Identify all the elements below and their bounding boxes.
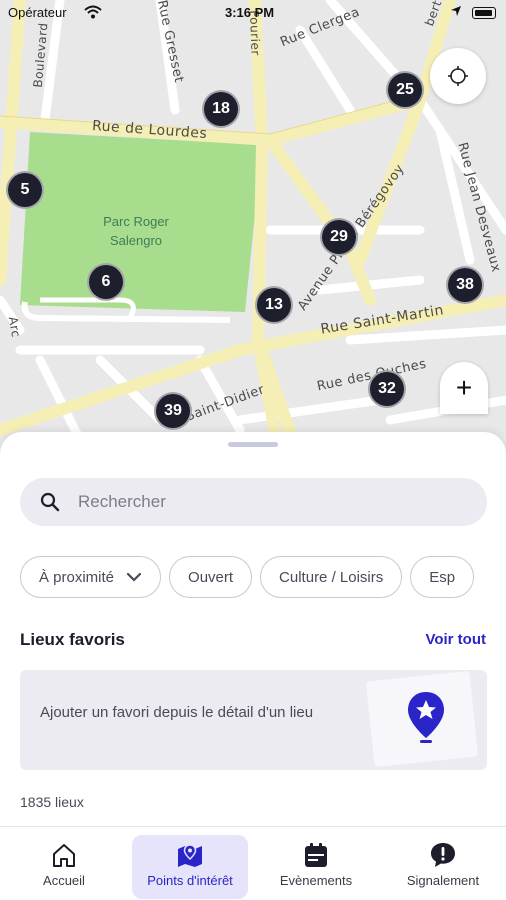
map-cluster-marker[interactable]: 32 bbox=[368, 370, 406, 408]
status-bar: Opérateur 3:16 PM bbox=[0, 0, 506, 26]
tab-label: Points d'intérêt bbox=[147, 873, 233, 888]
tab-points-of-interest[interactable]: Points d'intérêt bbox=[132, 835, 248, 899]
map-view[interactable]: Rue de Lourdes Rue Saint-Martin Rue des … bbox=[0, 0, 506, 460]
tab-home[interactable]: Accueil bbox=[20, 835, 108, 899]
places-count: 1835 lieux bbox=[20, 794, 84, 810]
favorites-empty-card: Ajouter un favori depuis le détail d'un … bbox=[20, 670, 487, 770]
search-icon bbox=[40, 492, 60, 512]
chevron-down-icon bbox=[126, 572, 142, 582]
map-cluster-marker[interactable]: 38 bbox=[446, 266, 484, 304]
filter-chip-nearby[interactable]: À proximité bbox=[20, 556, 162, 598]
home-icon bbox=[53, 844, 75, 867]
tab-label: Signalement bbox=[406, 873, 480, 888]
search-bar[interactable] bbox=[20, 478, 487, 526]
crosshair-icon bbox=[448, 66, 468, 86]
filter-chips: À proximité Ouvert Culture / Loisirs Esp bbox=[20, 556, 506, 598]
tab-report[interactable]: Signalement bbox=[392, 835, 494, 899]
map-cluster-marker[interactable]: 5 bbox=[6, 171, 44, 209]
map-cluster-marker[interactable]: 18 bbox=[202, 90, 240, 128]
calendar-icon bbox=[305, 843, 327, 867]
tab-label: Accueil bbox=[43, 873, 85, 888]
filter-chip-open[interactable]: Ouvert bbox=[169, 556, 253, 598]
battery-icon bbox=[472, 7, 496, 19]
map-cluster-marker[interactable]: 25 bbox=[386, 71, 424, 109]
favorites-title: Lieux favoris bbox=[20, 630, 125, 649]
location-arrow-icon bbox=[451, 6, 461, 16]
carrier-label: Opérateur bbox=[8, 5, 67, 20]
map-icon bbox=[178, 844, 202, 867]
alert-icon bbox=[431, 843, 455, 867]
map-cluster-marker[interactable]: 29 bbox=[320, 218, 358, 256]
status-time: 3:16 PM bbox=[225, 5, 275, 20]
wifi-icon bbox=[84, 5, 102, 19]
filter-chip-more[interactable]: Esp bbox=[410, 556, 475, 598]
sheet-drag-handle[interactable] bbox=[228, 442, 278, 447]
park-label: Parc Roger Salengro bbox=[103, 214, 169, 248]
map-cluster-marker[interactable]: 13 bbox=[255, 286, 293, 324]
zoom-in-button[interactable]: + bbox=[440, 362, 488, 414]
see-all-link[interactable]: Voir tout bbox=[425, 631, 486, 648]
search-input[interactable] bbox=[78, 492, 458, 512]
filter-chip-culture[interactable]: Culture / Loisirs bbox=[260, 556, 403, 598]
map-cluster-marker[interactable]: 39 bbox=[154, 392, 192, 430]
favorite-pin-icon bbox=[408, 692, 444, 743]
recenter-button[interactable] bbox=[430, 48, 486, 104]
map-cluster-marker[interactable]: 6 bbox=[87, 263, 125, 301]
tab-bar: Accueil Points d'intérêt Evènements Sign… bbox=[0, 826, 506, 900]
tab-events[interactable]: Evènements bbox=[266, 835, 366, 899]
filter-chip-label: À proximité bbox=[39, 568, 115, 586]
favorites-empty-text: Ajouter un favori depuis le détail d'un … bbox=[40, 704, 314, 721]
tab-label: Evènements bbox=[279, 873, 353, 888]
